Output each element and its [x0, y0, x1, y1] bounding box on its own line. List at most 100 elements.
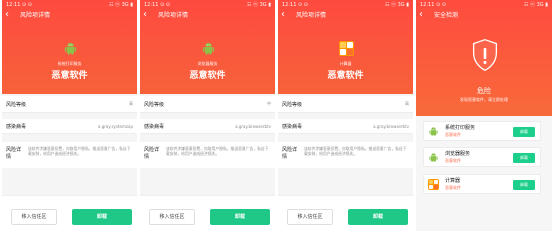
risk-rank-value: 高	[129, 101, 133, 106]
risk-rank-label: 风险等级	[6, 101, 27, 108]
back-icon[interactable]: ‹	[5, 10, 13, 22]
malware-list: 系统打印服务 恶意软件 卸载 浏览器服务 恶意软件 卸载 计算器 恶意软件 卸载	[416, 116, 552, 231]
status-icons: ☷ ⓝ 3G ▮	[109, 2, 133, 9]
android-icon	[429, 153, 438, 163]
title-bar: ‹ 风险项详情	[143, 10, 188, 22]
back-icon[interactable]: ‹	[143, 10, 151, 22]
android-icon	[202, 42, 215, 55]
security-check-screen: 12:11 ⊙ ⊙ ☷ ⓝ 3G ▮ ‹ 安全检测 危险 发现恶意软件，请立即处…	[416, 0, 552, 231]
malware-type: 恶意软件	[445, 132, 461, 137]
risk-rank-label: 风险等级	[144, 101, 165, 108]
risk-content: 风险等级 高 感染病毒 a.gray.systemzap 风险详情 该软件涉嫌恶…	[2, 94, 137, 231]
title-bar: ‹ 安全检测	[419, 10, 458, 22]
infection-label: 感染病毒	[6, 123, 27, 130]
status-bar: 12:11 ⊙ ⊙ ☷ ⓝ 3G ▮	[282, 2, 409, 9]
infection-value: a.gray.systemzap	[98, 123, 133, 129]
bottom-actions: 移入信任区 卸载	[278, 195, 413, 231]
infection-row: 感染病毒 a.gray.systemzap	[2, 119, 137, 134]
uninstall-button[interactable]: 卸载	[513, 153, 535, 163]
infection-row: 感染病毒 a.gray.browserbtv	[140, 119, 275, 134]
uninstall-button[interactable]: 卸载	[513, 180, 535, 190]
status-icons: ☷ ⓝ 3G ▮	[247, 2, 271, 9]
status-time: 12:11 ⊙ ⊙	[144, 2, 170, 8]
malware-item-calculator[interactable]: 计算器 恶意软件 卸载	[423, 174, 541, 194]
trust-button[interactable]: 移入信任区	[149, 209, 195, 225]
app-subtitle: 浏览器服务	[197, 61, 218, 66]
app-subtitle: 系统打印服务	[57, 61, 82, 66]
risk-detail-block: 风险详情 该软件涉嫌恶意扣费，窃取用户隐私，推送恶意广告，私自下载安装，给用户造…	[140, 142, 275, 168]
status-right-text: ☷ ⓝ 3G ▮	[384, 2, 409, 8]
risk-detail-text: 该软件涉嫌恶意扣费，窃取用户隐私，推送恶意广告，私自下载安装，给用户造成经济损失…	[166, 146, 269, 156]
status-time: 12:11 ⊙ ⊙	[420, 2, 446, 8]
infection-value: a.gray.browserbtv	[235, 123, 271, 129]
risk-rank-row: 风险等级 中	[140, 96, 275, 113]
risk-rank-value: 高	[405, 101, 409, 106]
malware-title: 恶意软件	[189, 71, 226, 81]
malware-title: 恶意软件	[51, 71, 88, 81]
status-bar: 12:11 ⊙ ⊙ ☷ ⓝ 3G ▮	[420, 2, 548, 9]
status-right-text: ☷ ⓝ 3G ▮	[246, 2, 271, 8]
back-icon[interactable]: ‹	[419, 10, 427, 22]
infection-label: 感染病毒	[144, 123, 165, 130]
status-bar: 12:11 ⊙ ⊙ ☷ ⓝ 3G ▮	[144, 2, 271, 9]
status-right-text: ☷ ⓝ 3G ▮	[108, 2, 133, 8]
bottom-actions: 移入信任区 卸载	[140, 195, 275, 231]
risk-detail-header: 12:11 ⊙ ⊙ ☷ ⓝ 3G ▮ ‹ 风险项详情 计算器 恶意软件	[278, 0, 413, 94]
calculator-icon	[339, 41, 354, 56]
page-title: 安全检测	[434, 12, 459, 19]
risk-rank-row: 风险等级 高	[278, 96, 413, 113]
risk-detail-screen-calculator: 12:11 ⊙ ⊙ ☷ ⓝ 3G ▮ ‹ 风险项详情 计算器 恶意软件 风险等级	[278, 0, 413, 231]
danger-title: 危险	[477, 87, 491, 95]
malware-item-browser-service[interactable]: 浏览器服务 恶意软件 卸载	[423, 147, 541, 167]
status-time: 12:11 ⊙ ⊙	[282, 2, 308, 8]
infection-row: 感染病毒 a.gray.browserbtv	[278, 119, 413, 134]
android-icon	[429, 127, 438, 137]
risk-rank-label: 风险等级	[282, 101, 303, 108]
risk-detail-header: 12:11 ⊙ ⊙ ☷ ⓝ 3G ▮ ‹ 风险项详情 系统打印服务 恶意软件	[2, 0, 137, 94]
malware-item-system-print[interactable]: 系统打印服务 恶意软件 卸载	[423, 121, 541, 141]
risk-detail-screen-browser-service: 12:11 ⊙ ⊙ ☷ ⓝ 3G ▮ ‹ 风险项详情 浏览器服务 恶意软件 风险…	[140, 0, 275, 231]
uninstall-button[interactable]: 卸载	[72, 209, 132, 225]
infection-value: a.gray.browserbtv	[373, 123, 409, 129]
risk-rank-value: 中	[267, 101, 271, 106]
malware-title: 恶意软件	[327, 71, 364, 81]
risk-detail-header: 12:11 ⊙ ⊙ ☷ ⓝ 3G ▮ ‹ 风险项详情 浏览器服务 恶意软件	[140, 0, 275, 94]
risk-content: 风险等级 高 感染病毒 a.gray.browserbtv 风险详情 该软件涉嫌…	[278, 94, 413, 231]
risk-detail-text: 该软件涉嫌恶意扣费，窃取用户隐私，推送恶意广告，私自下载安装，给用户造成经济损失…	[304, 146, 407, 156]
title-bar: ‹ 风险项详情	[5, 10, 50, 22]
malware-name: 计算器	[445, 178, 461, 184]
malware-type: 恶意软件	[445, 185, 461, 190]
risk-detail-block: 风险详情 该软件涉嫌恶意扣费，窃取用户隐私，推送恶意广告，私自下载安装，给用户造…	[2, 142, 137, 168]
app-subtitle: 计算器	[339, 61, 352, 66]
risk-detail-screen-system-print: 12:11 ⊙ ⊙ ☷ ⓝ 3G ▮ ‹ 风险项详情 系统打印服务 恶意软件 风…	[2, 0, 137, 231]
bottom-actions: 移入信任区 卸载	[2, 195, 137, 231]
back-icon[interactable]: ‹	[281, 10, 289, 22]
risk-detail-block: 风险详情 该软件涉嫌恶意扣费，窃取用户隐私，推送恶意广告，私自下载安装，给用户造…	[278, 142, 413, 168]
risk-content: 风险等级 中 感染病毒 a.gray.browserbtv 风险详情 该软件涉嫌…	[140, 94, 275, 231]
malware-type: 恶意软件	[445, 158, 461, 163]
page-title: 风险项详情	[158, 12, 189, 19]
risk-detail-label: 风险详情	[282, 147, 298, 160]
status-icons: ☷ ⓝ 3G ▮	[385, 2, 409, 9]
uninstall-button[interactable]: 卸载	[210, 209, 270, 225]
trust-button[interactable]: 移入信任区	[287, 209, 333, 225]
title-bar: ‹ 风险项详情	[281, 10, 326, 22]
status-time: 12:11 ⊙ ⊙	[6, 2, 32, 8]
shield-alert-icon	[472, 38, 498, 72]
risk-detail-label: 风险详情	[144, 147, 160, 160]
risk-detail-label: 风险详情	[6, 147, 22, 160]
page-title: 风险项详情	[20, 12, 51, 19]
danger-subtitle: 发现恶意软件，请立即处理	[460, 97, 508, 102]
android-icon	[64, 42, 77, 55]
status-icons: ☷ ⓝ 3G ▮	[524, 2, 548, 9]
risk-rank-row: 风险等级 高	[2, 96, 137, 113]
trust-button[interactable]: 移入信任区	[11, 209, 57, 225]
uninstall-button[interactable]: 卸载	[348, 209, 408, 225]
malware-name: 系统打印服务	[445, 125, 476, 131]
security-header: 12:11 ⊙ ⊙ ☷ ⓝ 3G ▮ ‹ 安全检测 危险 发现恶意软件，请立即处…	[416, 0, 552, 116]
status-bar: 12:11 ⊙ ⊙ ☷ ⓝ 3G ▮	[6, 2, 133, 9]
uninstall-button[interactable]: 卸载	[513, 127, 535, 137]
calculator-icon	[428, 179, 439, 190]
status-right-text: ☷ ⓝ 3G ▮	[523, 2, 548, 8]
page-title: 风险项详情	[296, 12, 327, 19]
